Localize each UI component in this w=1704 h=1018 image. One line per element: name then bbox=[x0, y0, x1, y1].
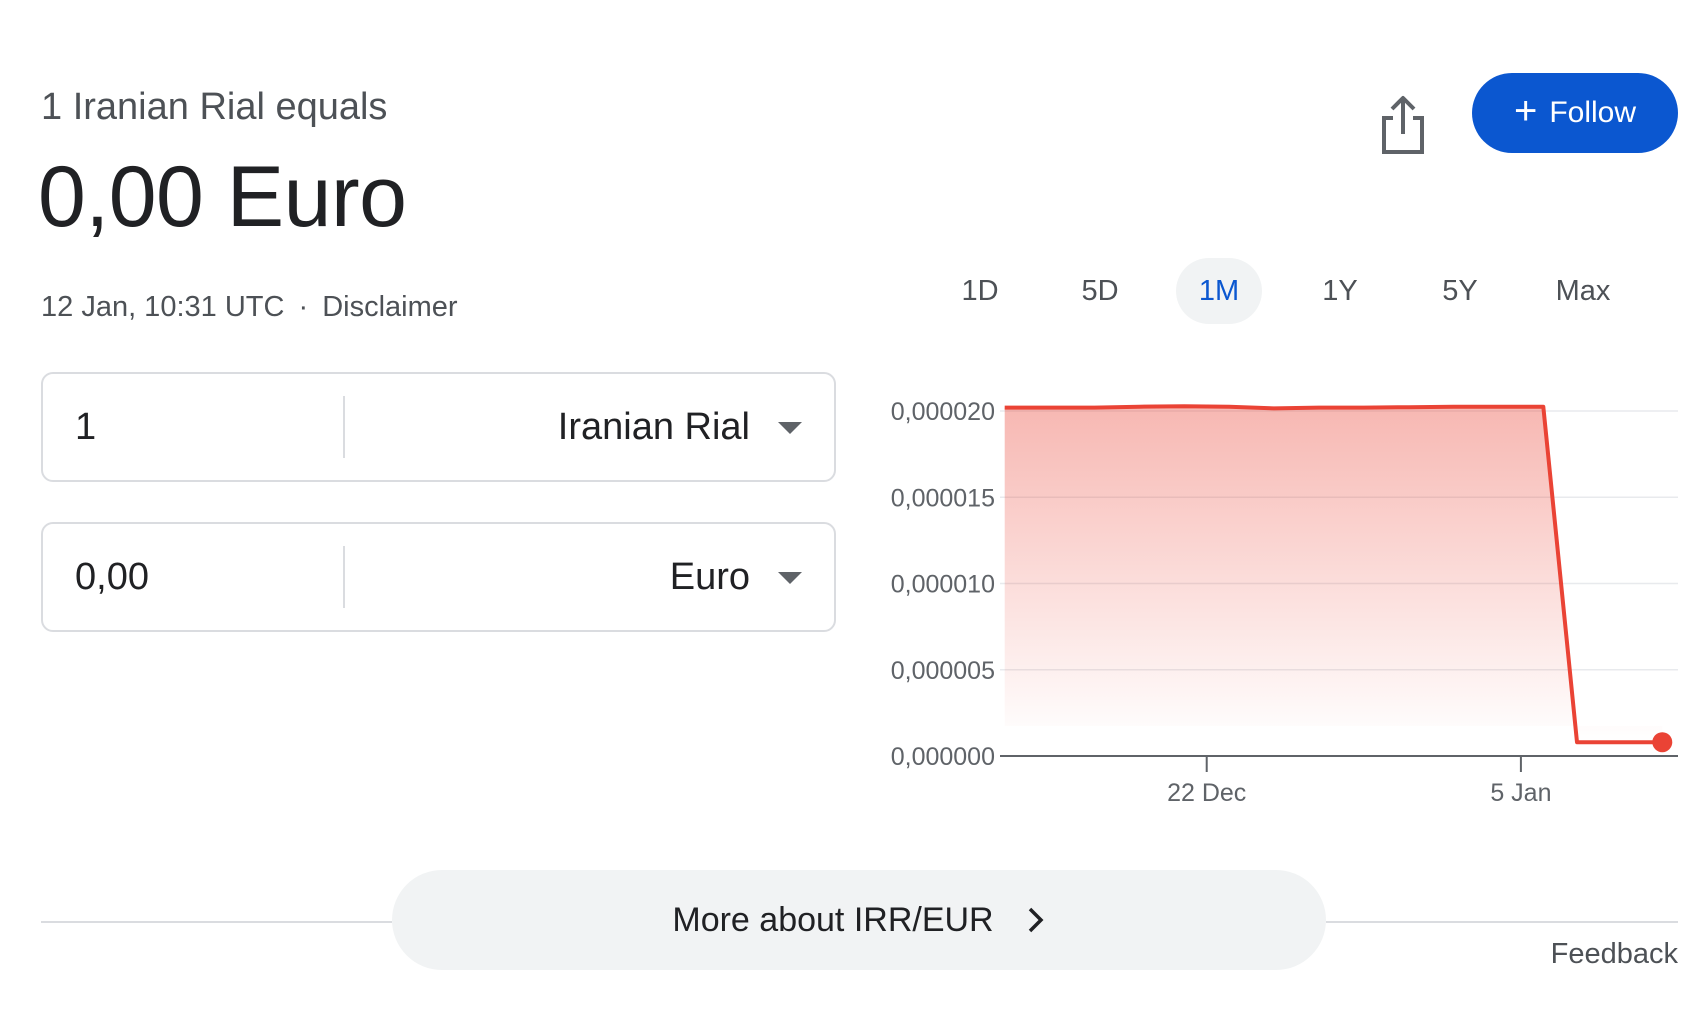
exchange-rate-chart: 0,000020 0,000015 0,000010 0,000005 0,000000… bbox=[891, 398, 1678, 807]
more-about-label: More about IRR/EUR bbox=[672, 900, 994, 939]
y-tick-label: 0,000020 bbox=[891, 398, 995, 426]
divider-line-right bbox=[1326, 921, 1678, 923]
chart-current-point[interactable] bbox=[1652, 732, 1673, 753]
more-about-button[interactable]: More about IRR/EUR bbox=[392, 870, 1326, 970]
y-tick-label: 0,000000 bbox=[891, 743, 995, 771]
y-tick-label: 0,000015 bbox=[891, 484, 995, 512]
x-tick-label: 5 Jan bbox=[1490, 779, 1551, 807]
x-tick-label: 22 Dec bbox=[1167, 779, 1246, 807]
divider-line-left bbox=[41, 921, 392, 923]
chevron-right-icon bbox=[1028, 907, 1044, 933]
y-tick-label: 0,000010 bbox=[891, 571, 995, 599]
y-tick-label: 0,000005 bbox=[891, 657, 995, 685]
chart-area-fill bbox=[1004, 406, 1663, 743]
feedback-link[interactable]: Feedback bbox=[1551, 938, 1678, 971]
